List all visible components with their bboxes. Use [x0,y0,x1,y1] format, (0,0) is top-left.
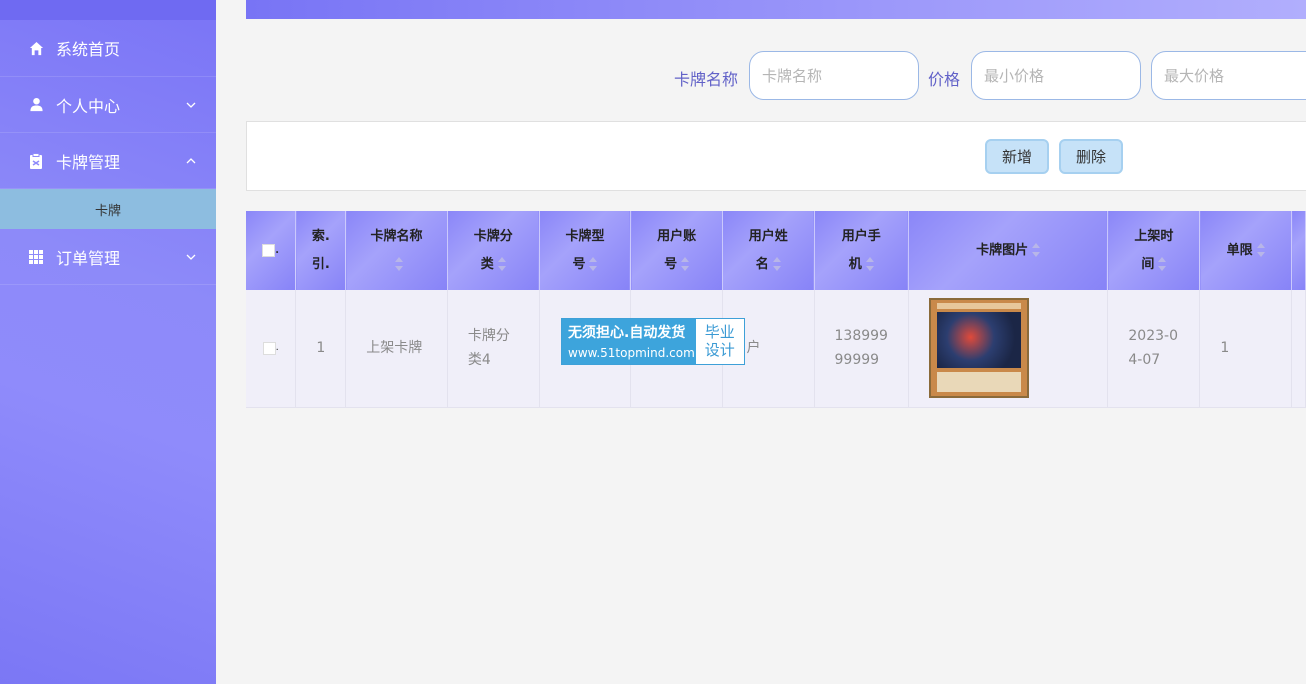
home-icon [28,40,44,56]
sidebar-item-home[interactable]: 系统首页 [0,20,216,77]
index-cell: 1 [295,290,347,408]
search-bar: 卡牌名称 价格 [246,50,1306,102]
sidebar-item-label: 订单管理 [56,248,121,268]
card-name-label: 卡牌名称 [674,70,739,89]
card-image-art [936,312,1021,369]
time-header-label: 上架时 [1134,228,1174,244]
phone-header-label: 用户手 [841,228,881,244]
select-all-header[interactable]: . [246,211,297,290]
image-cell [908,290,1109,408]
sidebar-item-order-management[interactable]: 订单管理 [0,229,216,285]
time-cell: 2023-0 4-07 [1107,290,1201,408]
sort-icon[interactable] [681,257,690,271]
category-header-label2: 类 [480,256,494,272]
sidebar-top-strip [0,0,216,20]
limit-header-label: 单限 [1226,242,1253,258]
sort-icon[interactable] [1158,257,1167,271]
card-image[interactable] [928,298,1029,399]
watermark-left: 无须担心.自动发货 www.51topmind.com [562,319,696,364]
limit-cell: 1 [1199,290,1293,408]
add-button[interactable]: 新增 [985,139,1049,174]
action-toolbar: 新增 删除 [246,121,1306,191]
username-header-label2: 名 [755,256,769,272]
sort-icon[interactable] [865,257,874,271]
sidebar-item-label: 个人中心 [56,96,121,116]
index-header: 索. 引. [295,211,347,290]
header-bar [246,0,1306,19]
category-cell: 卡牌分 类4 [447,290,540,408]
phone-header-label2: 机 [848,256,862,272]
table-header-row: . 索. 引. 卡牌名称 卡牌分类 卡牌型号 用户账号 用户姓名 用户手机 卡牌… [246,211,1306,290]
sidebar-item-personal-center[interactable]: 个人中心 [0,77,216,133]
sort-icon[interactable] [394,257,403,271]
extra-cell [1291,290,1306,408]
watermark-line1: 无须担心.自动发货 [568,325,686,341]
chevron-down-icon [186,102,196,108]
time-header[interactable]: 上架时间 [1107,211,1201,290]
category-header-label: 卡牌分 [473,228,513,244]
sidebar-item-card-management[interactable]: 卡牌管理 [0,133,216,189]
watermark-banner: 无须担心.自动发货 www.51topmind.com 毕业 设计 [561,318,745,365]
sort-icon[interactable] [497,257,506,271]
name-cell: 上架卡牌 [345,290,448,408]
min-price-input[interactable] [971,51,1141,100]
watermark-right: 毕业 设计 [695,319,744,364]
phone-cell: 138999 99999 [814,290,909,408]
chevron-down-icon [186,254,196,260]
max-price-input[interactable] [1151,51,1306,100]
card-name-input[interactable] [749,51,919,100]
price-label: 价格 [928,70,961,89]
table-row: . 1 上架卡牌 卡牌分 类4 A用户 138999 99999 2023-0 … [246,290,1306,408]
sidebar-item-label: 系统首页 [56,40,121,59]
limit-header[interactable]: 单限 [1199,211,1293,290]
image-header[interactable]: 卡牌图片 [908,211,1109,290]
model-header-label2: 号 [572,256,586,272]
model-header[interactable]: 卡牌型号 [539,211,632,290]
card-image-title-bar [936,303,1021,310]
user-icon [28,97,44,113]
sort-icon[interactable] [589,257,598,271]
sidebar-subitem-label: 卡牌 [94,203,121,219]
grid-icon [28,249,44,265]
row-checkbox[interactable] [262,341,276,355]
watermark-line2: www.51topmind.com [568,346,695,360]
card-table: . 索. 引. 卡牌名称 卡牌分类 卡牌型号 用户账号 用户姓名 用户手机 卡牌… [246,211,1306,408]
extra-header [1291,211,1306,290]
phone-header[interactable]: 用户手机 [814,211,909,290]
select-all-checkbox[interactable] [262,243,276,257]
category-header[interactable]: 卡牌分类 [447,211,540,290]
account-header-label: 用户账 [657,228,697,244]
row-select-cell[interactable]: . [246,290,297,408]
clipboard-icon [28,152,44,169]
name-header-label: 卡牌名称 [370,228,423,244]
sidebar-item-label: 卡牌管理 [56,152,121,172]
card-image-text-box [936,372,1021,393]
delete-button[interactable]: 删除 [1059,139,1123,174]
username-header-label: 用户姓 [748,228,788,244]
image-header-label: 卡牌图片 [976,242,1029,258]
account-header-label2: 号 [664,256,678,272]
username-header[interactable]: 用户姓名 [722,211,815,290]
sort-icon[interactable] [772,257,781,271]
name-header[interactable]: 卡牌名称 [345,211,448,290]
sort-icon[interactable] [1032,243,1041,257]
time-header-label2: 间 [1141,256,1155,272]
account-header[interactable]: 用户账号 [630,211,723,290]
chevron-up-icon [186,157,196,163]
sidebar: 系统首页 个人中心 卡牌管理 卡牌 订单管理 [0,0,216,684]
sidebar-subitem-card[interactable]: 卡牌 [0,189,216,229]
sort-icon[interactable] [1256,243,1265,257]
model-header-label: 卡牌型 [565,228,605,244]
